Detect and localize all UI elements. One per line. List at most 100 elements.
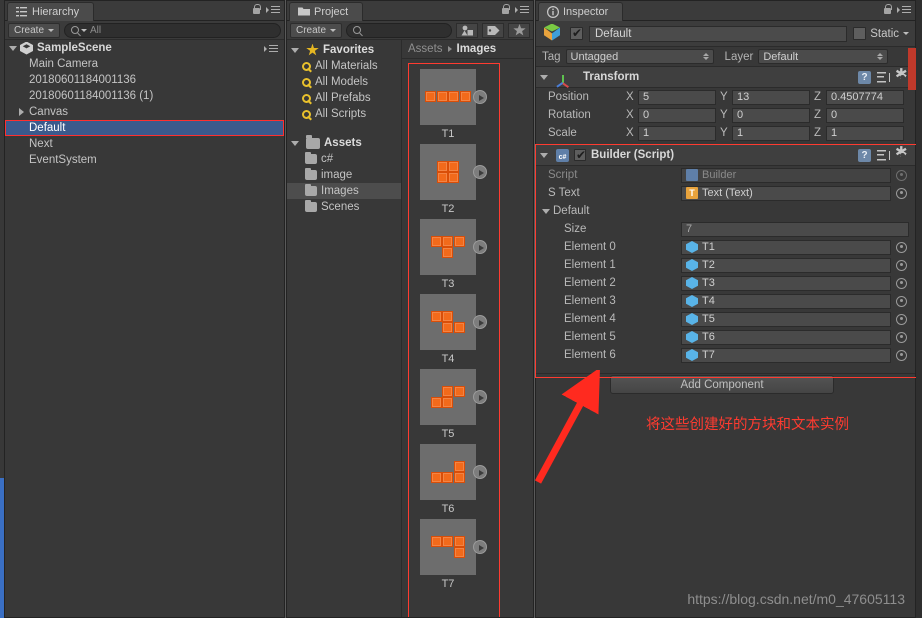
element-field[interactable]: T1 <box>681 239 891 255</box>
lock-icon[interactable] <box>883 4 892 15</box>
object-picker-icon[interactable] <box>896 169 907 181</box>
expand-triangle-icon[interactable] <box>540 74 548 80</box>
project-folder-images[interactable]: Images <box>287 183 401 199</box>
layer-dropdown[interactable]: Default <box>758 49 889 64</box>
object-picker-icon[interactable] <box>896 313 907 325</box>
project-favorite-all-prefabs[interactable]: All Prefabs <box>287 90 401 106</box>
tab-project[interactable]: Project <box>289 2 364 21</box>
project-create-button[interactable]: Create <box>290 22 343 38</box>
asset-preview-button[interactable] <box>473 540 487 554</box>
hierarchy-item-next[interactable]: Next <box>5 136 284 152</box>
asset-item-t1[interactable]: T1 <box>402 69 494 140</box>
project-folder-scenes[interactable]: Scenes <box>287 199 401 215</box>
asset-preview-button[interactable] <box>473 90 487 104</box>
project-favorite-all-materials[interactable]: All Materials <box>287 58 401 74</box>
static-toggle[interactable]: Static <box>853 27 909 40</box>
hierarchy-item-main-camera[interactable]: Main Camera <box>5 56 284 72</box>
builder-component-header[interactable]: c# Builder (Script) ? <box>536 145 915 166</box>
preset-icon[interactable] <box>877 71 890 83</box>
scale-z-input[interactable]: 1 <box>826 125 904 141</box>
element-field[interactable]: T3 <box>681 275 891 291</box>
lock-icon[interactable] <box>501 4 510 15</box>
scale-x-input[interactable]: 1 <box>638 125 716 141</box>
hierarchy-item-canvas[interactable]: Canvas <box>5 104 284 120</box>
inspector-menu-icon[interactable] <box>897 4 912 15</box>
asset-item-t5[interactable]: T5 <box>402 369 494 440</box>
hierarchy-search-input[interactable]: All <box>64 22 281 38</box>
element-field[interactable]: T2 <box>681 257 891 273</box>
asset-item-t4[interactable]: T4 <box>402 294 494 365</box>
asset-item-t7[interactable]: T7 <box>402 519 494 590</box>
expand-triangle-icon[interactable] <box>542 208 550 214</box>
rotation-y-input[interactable]: 0 <box>732 107 810 123</box>
element-field[interactable]: T6 <box>681 329 891 345</box>
project-search-input[interactable] <box>346 22 452 38</box>
position-z-input[interactable]: 0.4507774 <box>826 89 904 105</box>
label-filter-icon[interactable] <box>482 22 504 38</box>
object-picker-icon[interactable] <box>896 295 907 307</box>
position-x-input[interactable]: 5 <box>638 89 716 105</box>
project-assets-root[interactable]: Assets <box>287 135 401 151</box>
favorite-filter-icon[interactable] <box>508 22 530 38</box>
element-field[interactable]: T7 <box>681 347 891 363</box>
help-icon[interactable]: ? <box>858 70 871 84</box>
hierarchy-item-20180601184001136-1[interactable]: 20180601184001136 (1) <box>5 88 284 104</box>
asset-item-t6[interactable]: T6 <box>402 444 494 515</box>
lock-icon[interactable] <box>252 4 261 15</box>
object-picker-icon[interactable] <box>896 349 907 361</box>
expand-triangle-icon[interactable] <box>291 47 299 53</box>
position-y-input[interactable]: 13 <box>732 89 810 105</box>
add-component-button[interactable]: Add Component <box>610 375 834 394</box>
object-picker-icon[interactable] <box>896 277 907 289</box>
breadcrumb-root[interactable]: Assets <box>408 43 443 55</box>
object-picker-icon[interactable] <box>896 241 907 253</box>
hierarchy-scene-row[interactable]: SampleScene <box>5 40 284 56</box>
object-picker-icon[interactable] <box>896 331 907 343</box>
expand-triangle-icon[interactable] <box>540 152 548 158</box>
asset-preview-button[interactable] <box>473 240 487 254</box>
object-enabled-checkbox[interactable] <box>570 26 583 40</box>
asset-preview-button[interactable] <box>473 390 487 404</box>
hierarchy-menu-icon[interactable] <box>266 4 281 15</box>
stext-field[interactable]: T Text (Text) <box>681 185 891 201</box>
asset-item-t2[interactable]: T2 <box>402 144 494 215</box>
tag-dropdown[interactable]: Untagged <box>565 49 714 64</box>
expand-triangle-icon[interactable] <box>9 45 17 51</box>
expand-triangle-icon[interactable] <box>19 108 24 116</box>
project-folder-csharp[interactable]: c# <box>287 151 401 167</box>
folder-icon <box>305 151 317 164</box>
expand-triangle-icon[interactable] <box>291 140 299 146</box>
rotation-x-input[interactable]: 0 <box>638 107 716 123</box>
asset-preview-button[interactable] <box>473 315 487 329</box>
project-favorite-all-scripts[interactable]: All Scripts <box>287 106 401 122</box>
element-field[interactable]: T5 <box>681 311 891 327</box>
help-icon[interactable]: ? <box>858 148 871 162</box>
asset-preview-button[interactable] <box>473 465 487 479</box>
hierarchy-item-eventsystem[interactable]: EventSystem <box>5 152 284 168</box>
hierarchy-item-default[interactable]: Default <box>5 120 284 136</box>
scale-y-input[interactable]: 1 <box>732 125 810 141</box>
object-name-input[interactable]: Default <box>589 25 848 42</box>
builder-array-header[interactable]: Default <box>536 202 915 220</box>
object-picker-icon[interactable] <box>896 187 907 199</box>
rotation-z-input[interactable]: 0 <box>826 107 904 123</box>
transform-component-header[interactable]: Transform ? <box>536 67 915 88</box>
builder-enabled-checkbox[interactable] <box>574 148 586 162</box>
project-favorite-all-models[interactable]: All Models <box>287 74 401 90</box>
project-folder-image[interactable]: image <box>287 167 401 183</box>
static-checkbox[interactable] <box>853 27 867 40</box>
project-favorites-root[interactable]: Favorites <box>287 42 401 58</box>
object-filter-icon[interactable] <box>456 22 478 38</box>
tab-inspector[interactable]: Inspector <box>538 2 624 21</box>
asset-preview-button[interactable] <box>473 165 487 179</box>
tab-hierarchy[interactable]: Hierarchy <box>7 2 95 21</box>
hierarchy-create-button[interactable]: Create <box>8 22 61 38</box>
scene-context-menu-icon[interactable] <box>264 43 279 54</box>
element-field[interactable]: T4 <box>681 293 891 309</box>
hierarchy-item-20180601184001136[interactable]: 20180601184001136 <box>5 72 284 88</box>
project-menu-icon[interactable] <box>515 4 530 15</box>
preset-icon[interactable] <box>877 149 890 161</box>
object-picker-icon[interactable] <box>896 259 907 271</box>
asset-item-t3[interactable]: T3 <box>402 219 494 290</box>
size-input[interactable]: 7 <box>681 221 909 237</box>
